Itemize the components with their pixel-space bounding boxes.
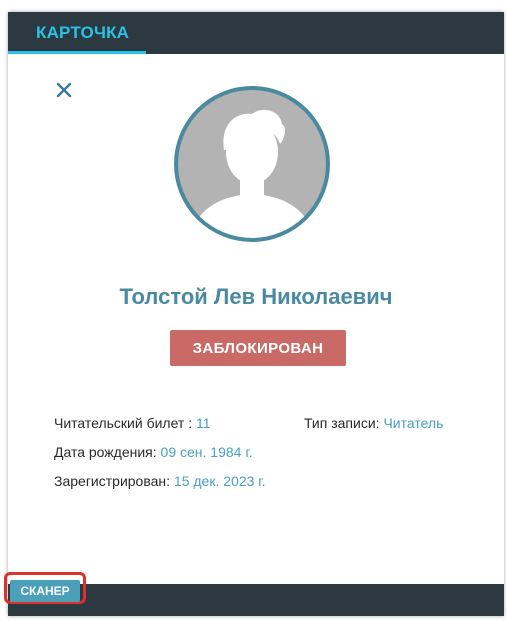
- scanner-button[interactable]: СКАНЕР: [10, 580, 80, 602]
- birth-label: Дата рождения:: [54, 444, 161, 460]
- birth-value: 09 сен. 1984 г.: [160, 444, 253, 460]
- user-silhouette-icon: [174, 86, 330, 242]
- avatar: [172, 84, 332, 244]
- ticket-row: Читательский билет : 11: [54, 415, 211, 431]
- registered-value: 15 дек. 2023 г.: [173, 473, 266, 489]
- reader-full-name: Толстой Лев Николаевич: [119, 284, 393, 309]
- scanner-button-label: СКАНЕР: [20, 584, 70, 598]
- record-type-value: Читатель: [383, 415, 444, 431]
- record-type-row: Тип записи: Читатель: [304, 415, 443, 431]
- tab-card-label: КАРТОЧКА: [36, 23, 130, 42]
- ticket-value: 11: [196, 415, 211, 431]
- status-badge: ЗАБЛОКИРОВАН: [170, 330, 346, 366]
- card-panel: КАРТОЧКА Толстой Лев Николаевич ЗАБЛОКИР…: [8, 12, 504, 616]
- registered-row: Зарегистрирован: 15 дек. 2023 г.: [54, 473, 266, 489]
- tab-card[interactable]: КАРТОЧКА: [8, 12, 146, 54]
- tab-active-underline: [8, 51, 146, 54]
- close-icon[interactable]: [52, 78, 76, 102]
- header-bar: КАРТОЧКА: [8, 12, 504, 54]
- registered-label: Зарегистрирован:: [54, 473, 174, 489]
- ticket-label: Читательский билет :: [54, 415, 196, 431]
- birth-row: Дата рождения: 09 сен. 1984 г.: [54, 444, 253, 460]
- status-badge-label: ЗАБЛОКИРОВАН: [192, 339, 324, 357]
- record-type-label: Тип записи:: [304, 415, 384, 431]
